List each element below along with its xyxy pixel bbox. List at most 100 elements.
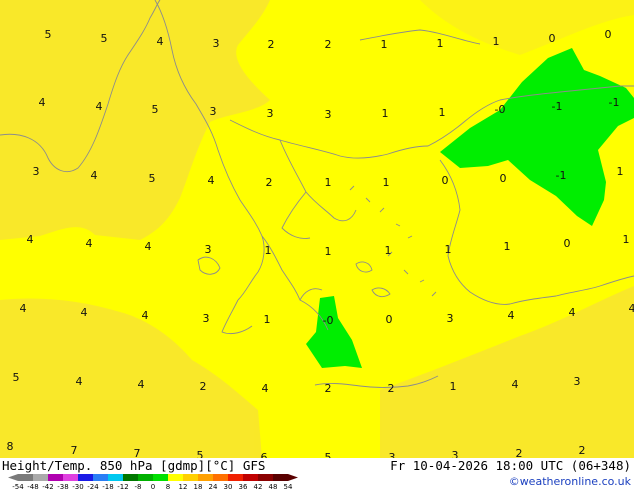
color-scale-tick: -30 — [72, 483, 83, 490]
temperature-label: 0 — [549, 32, 556, 45]
color-scale-tick: 30 — [224, 483, 233, 490]
color-scale-tick: 0 — [151, 483, 155, 490]
temperature-label: 2 — [266, 176, 273, 189]
color-scale-swatch — [108, 474, 123, 481]
temperature-label: 3 — [205, 243, 212, 256]
color-scale-tick: -42 — [42, 483, 53, 490]
temperature-label: 3 — [574, 375, 581, 388]
color-scale-tick: 42 — [254, 483, 263, 490]
color-scale-tick: -38 — [57, 483, 68, 490]
temperature-label: 4 — [508, 309, 515, 322]
color-scale-tick: 36 — [239, 483, 248, 490]
temperature-label: 1 — [325, 245, 332, 258]
temperature-label: 3 — [267, 107, 274, 120]
temperature-label: 4 — [91, 169, 98, 182]
temperature-label: 4 — [20, 302, 27, 315]
temperature-label: 4 — [208, 174, 215, 187]
color-scale-swatch — [48, 474, 63, 481]
temperature-label: 0 — [564, 237, 571, 250]
temperature-label: -0 — [323, 314, 334, 327]
temperature-label: 3 — [210, 105, 217, 118]
temperature-label: 4 — [27, 233, 34, 246]
color-scale-tick: -24 — [87, 483, 99, 490]
temperature-label: 1 — [623, 233, 630, 246]
map-datetime: Fr 10-04-2026 18:00 UTC (06+348) — [390, 458, 631, 473]
temperature-label: 5 — [13, 371, 20, 384]
temperature-label: 4 — [96, 100, 103, 113]
temperature-label: -1 — [556, 169, 567, 182]
color-scale-tick: 12 — [179, 483, 188, 490]
temperature-label: 0 — [605, 28, 612, 41]
color-scale-tick: -54 — [12, 483, 24, 490]
temperature-label: 7 — [71, 444, 78, 457]
temperature-label: 3 — [325, 108, 332, 121]
temperature-label: 4 — [142, 309, 149, 322]
color-scale-swatch — [78, 474, 93, 481]
color-scale-swatch — [183, 474, 198, 481]
temperature-label: 1 — [450, 380, 457, 393]
temperature-label: 4 — [569, 306, 576, 319]
color-scale-swatch — [198, 474, 213, 481]
temperature-label: 3 — [447, 312, 454, 325]
temperature-label: 5 — [149, 172, 156, 185]
temperature-label: 4 — [512, 378, 519, 391]
temperature-label: 4 — [86, 237, 93, 250]
temperature-label: 1 — [439, 106, 446, 119]
temperature-label: 0 — [386, 313, 393, 326]
temperature-label: 4 — [76, 375, 83, 388]
temperature-label: 4 — [81, 306, 88, 319]
temperature-label: 1 — [264, 313, 271, 326]
weather-map: 5 5 4 3 2 2 1 1 1 0 04 4 5 3 3 3 1 1 -0 -1 -13 4 5 4 2 1 1 0 0 -1 14 4 4… — [0, 0, 634, 490]
temperature-label: 1 — [383, 176, 390, 189]
temperature-label: 0 — [442, 174, 449, 187]
temperature-label: 1 — [504, 240, 511, 253]
temperature-label: 1 — [493, 35, 500, 48]
temperature-label: 0 — [500, 172, 507, 185]
color-scale-tick: 48 — [269, 483, 278, 490]
temperature-label: 4 — [157, 35, 164, 48]
color-scale-swatch — [63, 474, 78, 481]
color-scale-tick: 24 — [209, 483, 218, 490]
color-scale-tick: -12 — [117, 483, 128, 490]
color-scale-swatch — [123, 474, 138, 481]
temperature-label: 8 — [7, 440, 14, 453]
color-scale-swatch — [213, 474, 228, 481]
color-scale-tick: 18 — [194, 483, 203, 490]
temperature-label: 2 — [579, 444, 586, 457]
color-scale-swatch — [168, 474, 183, 481]
color-scale-swatch — [228, 474, 243, 481]
color-scale-swatch — [18, 474, 33, 481]
temperature-label: 1 — [617, 165, 624, 178]
temperature-label: 2 — [200, 380, 207, 393]
color-scale-swatch — [138, 474, 153, 481]
color-scale-swatch — [273, 474, 288, 481]
temperature-label: 2 — [325, 38, 332, 51]
temperature-label: 3 — [203, 312, 210, 325]
temperature-label: 5 — [152, 103, 159, 116]
color-scale-tick: 54 — [284, 483, 293, 490]
temperature-label: 1 — [385, 244, 392, 257]
map-title: Height/Temp. 850 hPa [gdmp][°C] GFS — [2, 458, 265, 473]
temperature-label: 4 — [145, 240, 152, 253]
temperature-label: 4 — [138, 378, 145, 391]
temperature-label: 1 — [437, 37, 444, 50]
temperature-label: -1 — [609, 96, 620, 109]
temperature-label: 2 — [325, 382, 332, 395]
color-scale-swatch — [33, 474, 48, 481]
color-scale-swatch — [243, 474, 258, 481]
temperature-label: 3 — [33, 165, 40, 178]
temperature-label: 1 — [445, 243, 452, 256]
temperature-label: -1 — [552, 100, 563, 113]
temperature-label: 3 — [213, 37, 220, 50]
color-scale-swatch — [153, 474, 168, 481]
temperature-label: 4 — [262, 382, 269, 395]
temperature-label: 1 — [382, 107, 389, 120]
temperature-label: 5 — [101, 32, 108, 45]
temperature-label: 2 — [388, 382, 395, 395]
color-scale-tick: -18 — [102, 483, 113, 490]
credit-link[interactable]: ©weatheronline.co.uk — [509, 475, 632, 488]
color-scale-swatch — [93, 474, 108, 481]
color-scale-tick: -8 — [135, 483, 142, 490]
temperature-label: 5 — [45, 28, 52, 41]
temperature-label: 4 — [39, 96, 46, 109]
